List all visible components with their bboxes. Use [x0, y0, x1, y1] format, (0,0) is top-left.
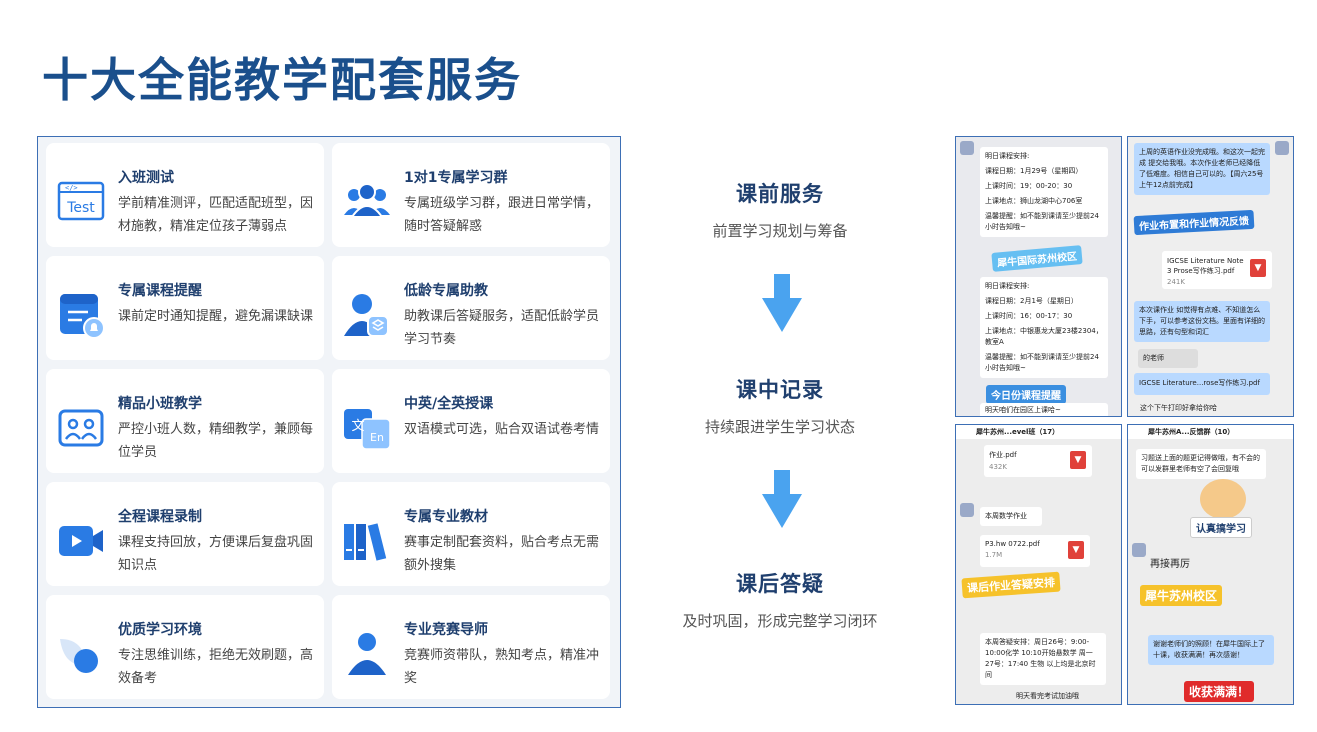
flow-step-after-class: 课后答疑 及时巩固，形成完整学习闭环: [650, 568, 910, 631]
flow-step-title: 课后答疑: [736, 572, 824, 596]
pdf-file-icon: ▼: [1068, 541, 1084, 559]
svg-text:En: En: [370, 431, 384, 444]
test-icon: </> Test: [56, 177, 106, 227]
service-title: 专属专业教材: [404, 509, 488, 525]
chat-message: 的老师: [1138, 349, 1198, 368]
service-title: 低龄专属助教: [404, 283, 488, 299]
handwriting-text: 再接再厉: [1150, 559, 1190, 570]
pdf-file-icon: ▼: [1250, 259, 1266, 277]
service-card-mentor: 专业竞赛导师 竞赛师资带队，熟知考点，精准冲奖: [332, 595, 610, 699]
service-title: 入班测试: [118, 170, 174, 186]
chat-header: 犀牛苏州...evel班（17）: [956, 425, 1121, 439]
chat-message: 明日课程安排: 课程日期：2月1号（星期日） 上课时间：16：00-17：30 …: [980, 277, 1108, 378]
service-title: 优质学习环境: [118, 622, 202, 638]
chat-message: 本次课作业 如觉得有点难、不知道怎么下手，可以参考这份文档。里面有详细的思路，还…: [1134, 301, 1270, 342]
environment-icon: [56, 629, 106, 679]
sticker: 作业布置和作业情况反馈: [1133, 209, 1255, 236]
service-desc: 助教课后答疑服务，适配低龄学员学习节奏: [404, 309, 600, 347]
flow-step-desc: 及时巩固，形成完整学习闭环: [682, 612, 878, 630]
avatar: [1275, 141, 1289, 155]
service-desc: 专属班级学习群，跟进日常学情，随时答疑解惑: [404, 196, 600, 234]
service-desc: 课前定时通知提醒，避免漏课缺课: [118, 309, 314, 324]
chat-message: 上周的英语作业没完成哦。和这次一起完成 提交给我哦。本次作业老师已经降低了低难度…: [1134, 143, 1270, 195]
service-card-bilingual: 文 En 中英/全英授课 双语模式可选，贴合双语试卷考情: [332, 369, 610, 473]
service-card-placement-test: </> Test 入班测试 学前精准测评，匹配适配班型，因材施教，精准定位孩子薄…: [46, 143, 324, 247]
group-icon: [342, 177, 392, 227]
file-card[interactable]: IGCSE Literature...rose写作练习.pdf: [1134, 373, 1270, 395]
sticker: 收获满满！: [1184, 681, 1255, 702]
chat-screenshot-class-reminder: 明日课程安排: 课程日期：1月29号（星期四） 上课时间：19：00-20：30…: [955, 136, 1122, 417]
service-card-small-class: 精品小班教学 严控小班人数，精细教学，兼顾每位学员: [46, 369, 324, 473]
avatar: [960, 503, 974, 517]
video-icon: [56, 516, 106, 566]
chat-screenshot-parent-feedback: 犀牛苏州A...反馈群（10） 习题送上面的题更记得做哦，有不会的可以发群里老师…: [1127, 424, 1294, 705]
service-card-environment: 优质学习环境 专注思维训练，拒绝无效刷题，高效备考: [46, 595, 324, 699]
service-title: 专业竞赛导师: [404, 622, 488, 638]
chat-message: 明日课程安排: 课程日期：1月29号（星期四） 上课时间：19：00-20：30…: [980, 147, 1108, 237]
chat-header: 犀牛苏州A...反馈群（10）: [1128, 425, 1293, 439]
small-class-icon: [56, 403, 106, 453]
service-desc: 学前精准测评，匹配适配班型，因材施教，精准定位孩子薄弱点: [118, 196, 314, 234]
service-title: 精品小班教学: [118, 396, 202, 412]
chat-message: 这个下午打印好拿给你哈: [1140, 404, 1217, 412]
service-card-recording: 全程课程录制 课程支持回放，方便课后复盘巩固知识点: [46, 482, 324, 586]
arrow-down-icon: [762, 470, 802, 528]
service-card-course-reminder: 专属课程提醒 课前定时通知提醒，避免漏课缺课: [46, 256, 324, 360]
chat-message: 习题送上面的题更记得做哦，有不会的可以发群里老师有空了会回复哦: [1136, 449, 1266, 479]
flow-step-desc: 持续跟进学生学习状态: [704, 418, 855, 436]
chat-screenshots: 明日课程安排: 课程日期：1月29号（星期四） 上课时间：19：00-20：30…: [955, 136, 1295, 706]
chat-message: 本周答疑安排：周日26号：9:00-10:00化学 10:10开始悬数学 周一2…: [980, 633, 1106, 685]
flow-step-title: 课前服务: [736, 182, 824, 206]
service-desc: 赛事定制配套资料，贴合考点无需额外搜集: [404, 535, 600, 573]
service-card-materials: 专属专业教材 赛事定制配套资料，贴合考点无需额外搜集: [332, 482, 610, 586]
file-card[interactable]: P3.hw 0722.pdf 1.7M ▼: [980, 535, 1090, 567]
service-desc: 专注思维训练，拒绝无效刷题，高效备考: [118, 648, 314, 686]
file-card[interactable]: 作业.pdf 432K ▼: [984, 445, 1092, 477]
chat-screenshot-homework-qa: 犀牛苏州...evel班（17） 作业.pdf 432K ▼ 本周数学作业 P3…: [955, 424, 1122, 705]
page-title: 十大全能教学配套服务: [42, 53, 522, 107]
service-desc: 双语模式可选，贴合双语试卷考情: [404, 422, 600, 437]
chat-message: 本周数学作业: [980, 507, 1042, 526]
service-title: 中英/全英授课: [404, 396, 494, 412]
chat-screenshot-homework-feedback: 上周的英语作业没完成哦。和这次一起完成 提交给我哦。本次作业老师已经降低了低难度…: [1127, 136, 1294, 417]
service-card-study-group: 1对1专属学习群 专属班级学习群，跟进日常学情，随时答疑解惑: [332, 143, 610, 247]
sticker: 犀牛国际苏州校区: [991, 245, 1083, 272]
service-card-assistant: 低龄专属助教 助教课后答疑服务，适配低龄学员学习节奏: [332, 256, 610, 360]
avatar: [1132, 543, 1146, 557]
calendar-bell-icon: [56, 290, 106, 340]
bilingual-icon: 文 En: [342, 403, 392, 453]
bear-sticker-icon: [1200, 479, 1246, 519]
assistant-icon: [342, 290, 392, 340]
chat-message: 明天咱们在园区上课哈~: [980, 403, 1108, 416]
sticker: 认真搞学习: [1190, 517, 1252, 538]
service-desc: 严控小班人数，精细教学，兼顾每位学员: [118, 422, 314, 460]
service-desc: 课程支持回放，方便课后复盘巩固知识点: [118, 535, 314, 573]
sticker: 课后作业答疑安排: [961, 571, 1061, 599]
chat-message: 明天看完考试加油哦: [1016, 692, 1079, 700]
service-title: 1对1专属学习群: [404, 170, 508, 186]
flow-step-during-class: 课中记录 持续跟进学生学习状态: [650, 374, 910, 437]
mentor-icon: [342, 629, 392, 679]
services-panel: </> Test 入班测试 学前精准测评，匹配适配班型，因材施教，精准定位孩子薄…: [37, 136, 621, 708]
pdf-file-icon: ▼: [1070, 451, 1086, 469]
file-card[interactable]: IGCSE Literature Note 3 Prose写作练习.pdf 24…: [1162, 251, 1272, 289]
arrow-down-icon: [762, 274, 802, 332]
sticker: 今日份课程提醒: [986, 385, 1066, 404]
flow-step-title: 课中记录: [736, 378, 824, 402]
avatar: [960, 141, 974, 155]
test-icon-text: Test: [66, 200, 95, 216]
svg-text:</>: </>: [65, 184, 78, 192]
service-desc: 竞赛师资带队，熟知考点，精准冲奖: [404, 648, 600, 686]
chat-message: 谢谢老师们的照顾！在犀牛国际上了十课，收获满满！再次感谢！: [1148, 635, 1274, 665]
service-title: 专属课程提醒: [118, 283, 202, 299]
sticker: 犀牛苏州校区: [1140, 585, 1223, 606]
flow-step-before-class: 课前服务 前置学习规划与筹备: [650, 178, 910, 241]
flow-step-desc: 前置学习规划与筹备: [712, 222, 848, 240]
service-title: 全程课程录制: [118, 509, 202, 525]
books-icon: [342, 516, 392, 566]
svg-text:文: 文: [351, 419, 364, 434]
